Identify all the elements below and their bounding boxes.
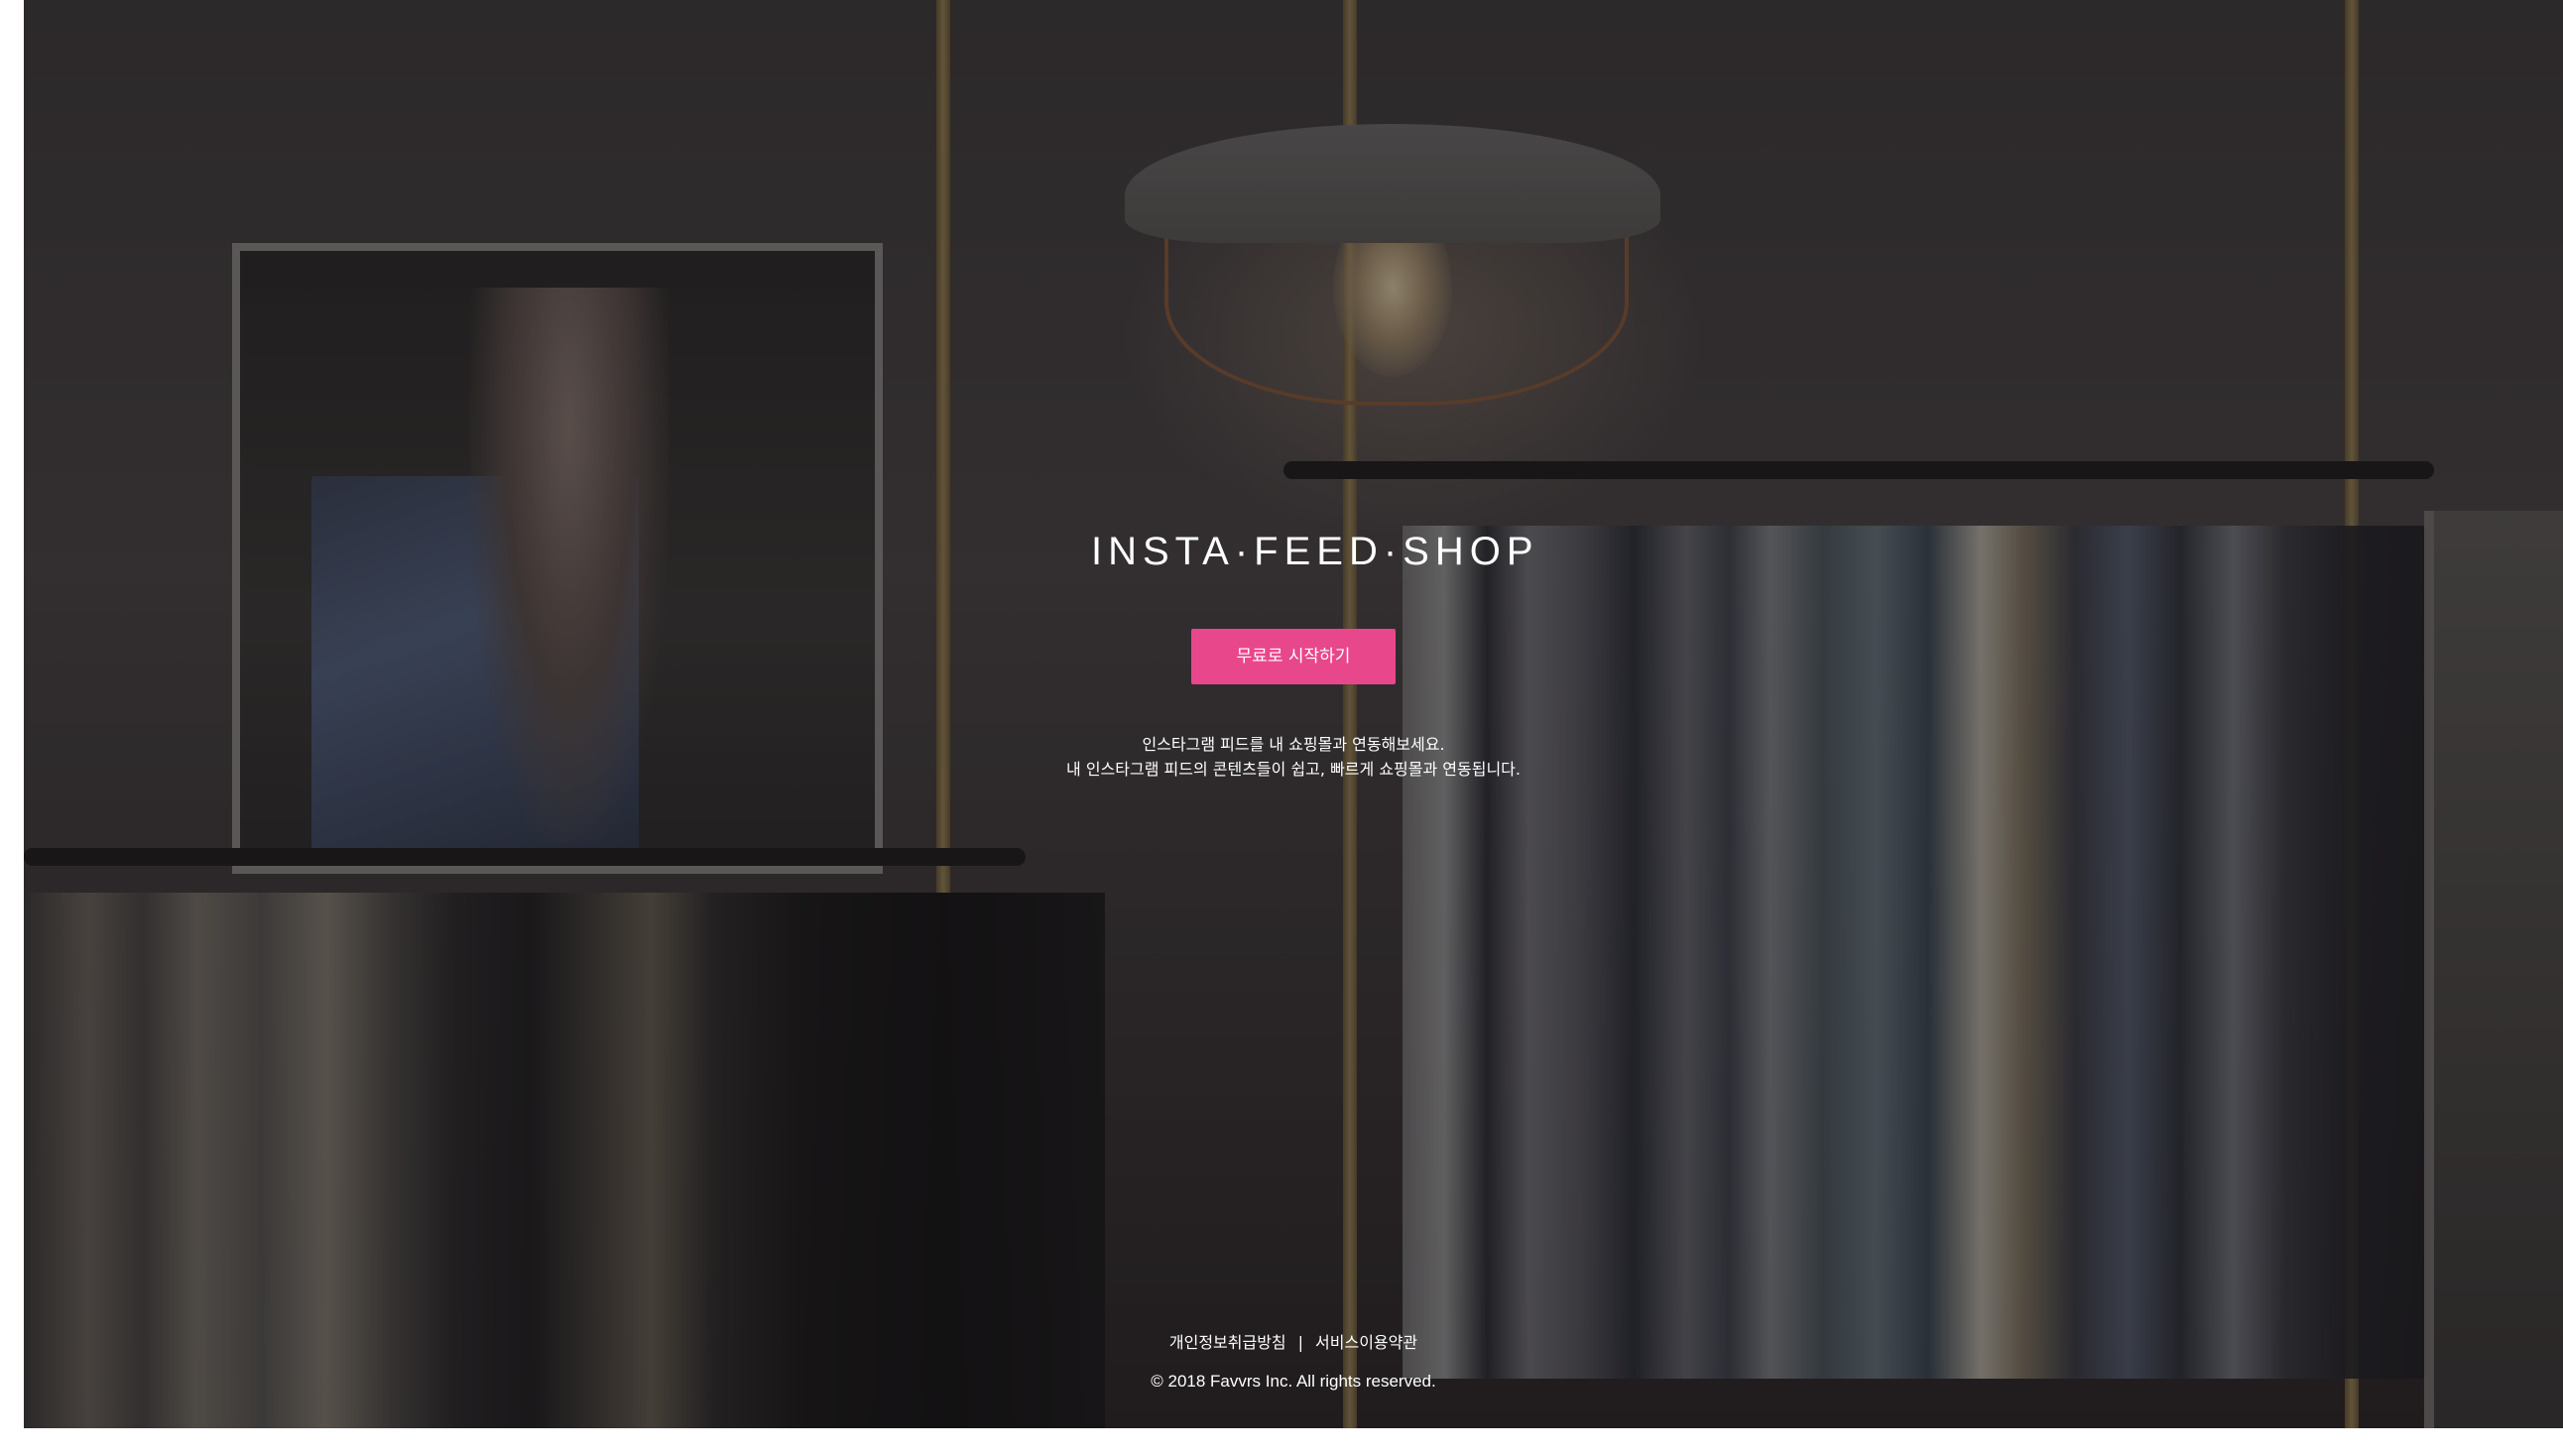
- description-line-1: 인스타그램 피드를 내 쇼핑몰과 연동해보세요.: [1142, 735, 1445, 754]
- copyright-text: © 2018 Favvrs Inc. All rights reserved.: [1151, 1372, 1436, 1391]
- privacy-policy-link[interactable]: 개인정보취급방침: [1169, 1333, 1286, 1352]
- terms-of-service-link[interactable]: 서비스이용약관: [1315, 1333, 1417, 1352]
- start-free-button[interactable]: 무료로 시작하기: [1191, 629, 1396, 684]
- dark-overlay: [24, 0, 2563, 1428]
- description-line-2: 내 인스타그램 피드의 콘텐츠들이 쉽고, 빠르게 쇼핑몰과 연동됩니다.: [1066, 760, 1521, 779]
- hero-background-image: INSTA·FEED·SHOP 무료로 시작하기 인스타그램 피드를 내 쇼핑몰…: [24, 0, 2563, 1428]
- landing-page: INSTA·FEED·SHOP 무료로 시작하기 인스타그램 피드를 내 쇼핑몰…: [0, 0, 2563, 1456]
- footer-separator: |: [1297, 1333, 1304, 1352]
- hero-description: 인스타그램 피드를 내 쇼핑몰과 연동해보세요. 내 인스타그램 피드의 콘텐츠…: [996, 732, 1591, 782]
- footer-links: 개인정보취급방침 | 서비스이용약관: [1095, 1329, 1492, 1353]
- brand-logo: INSTA·FEED·SHOP: [1091, 530, 1539, 573]
